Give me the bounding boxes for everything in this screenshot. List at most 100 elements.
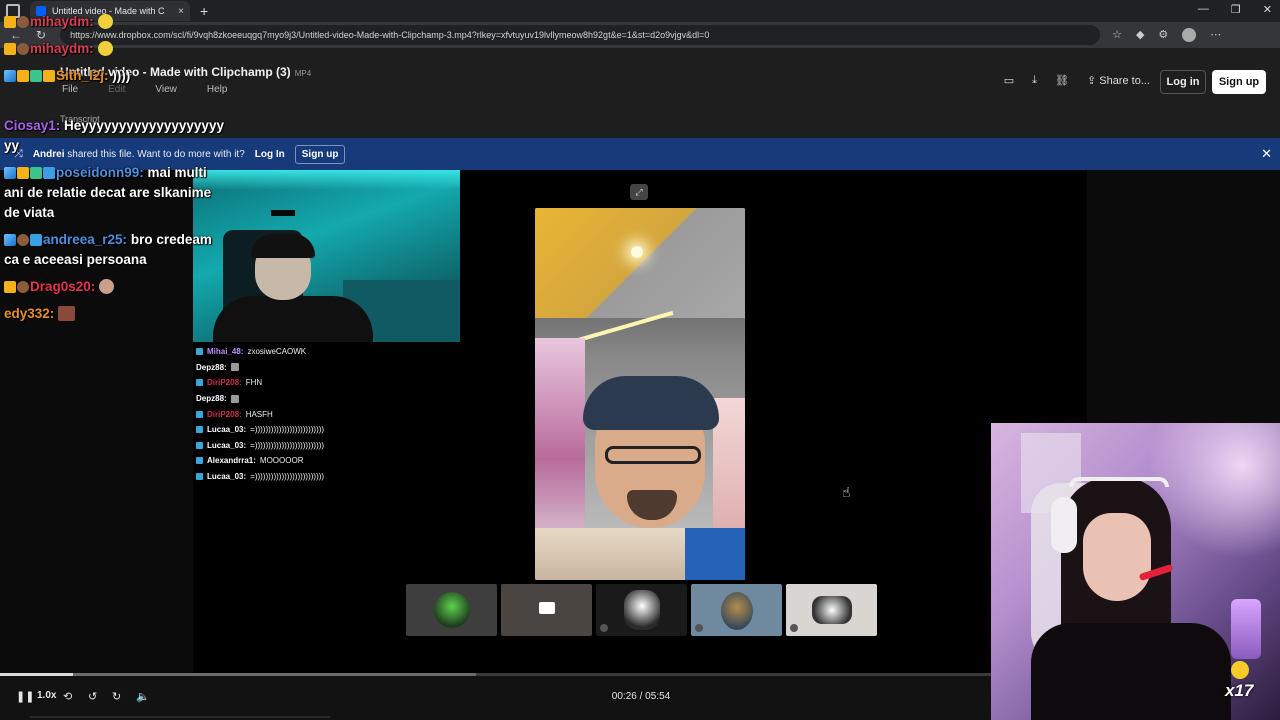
participant-avatar xyxy=(812,596,852,624)
chat-badge-icon xyxy=(30,234,42,246)
minimize-button[interactable]: — xyxy=(1198,3,1209,16)
total-time: 05:54 xyxy=(645,691,671,702)
stream-chat-line: Mihai_48: zxosiweCAOWK xyxy=(196,344,456,360)
loop-icon[interactable]: ⟲ xyxy=(63,690,72,703)
ceiling xyxy=(535,208,745,318)
hand-cursor-icon: ☝ xyxy=(842,484,851,500)
chat-badge-icon xyxy=(4,234,16,246)
chat-username: Depz88: xyxy=(196,394,227,404)
participant-tile[interactable] xyxy=(596,584,687,636)
participant-tile[interactable] xyxy=(691,584,782,636)
participant-tile[interactable] xyxy=(786,584,877,636)
more-menu-icon[interactable]: ⋯ xyxy=(1210,28,1221,42)
rewind-icon[interactable]: ↺ xyxy=(88,690,97,703)
player-controls: ❚❚ 1.0x ⟲ ↺ ↻ 🔈 00:26 / 05:54 xyxy=(0,676,991,720)
profile-avatar-icon[interactable] xyxy=(1182,28,1197,42)
volume-icon[interactable]: 🔈 xyxy=(136,690,150,703)
headset-icon xyxy=(1051,497,1077,553)
chat-username: Lucaa_03: xyxy=(207,472,247,482)
chat-message: =)))))))))))))))))))))))))) xyxy=(250,440,325,450)
call-facecam xyxy=(535,208,745,580)
tab-close-icon[interactable]: × xyxy=(178,6,184,17)
menu-help[interactable]: Help xyxy=(207,84,228,95)
chat-username: Lucaa_03: xyxy=(207,440,247,450)
reload-icon[interactable]: ↻ xyxy=(36,28,46,42)
menu-file[interactable]: File xyxy=(62,84,78,95)
chat-username: Sith_l2j: xyxy=(56,68,109,83)
login-button[interactable]: Log in xyxy=(1160,70,1206,94)
chat-badge-icon xyxy=(196,410,203,418)
signup-button[interactable]: Sign up xyxy=(1212,70,1266,94)
menu-edit[interactable]: Edit xyxy=(108,84,125,95)
dress xyxy=(1031,623,1231,720)
chat-message: zxosiweCAOWK xyxy=(247,347,307,357)
chat-message: yy xyxy=(4,138,20,153)
chat-badge-icon xyxy=(196,441,203,449)
comment-icon[interactable]: ▭ xyxy=(1004,74,1014,87)
overlay-chat-line: Drag0s20: xyxy=(4,279,115,294)
banner-message: Andrei shared this file. Want to do more… xyxy=(33,149,245,160)
wall-fixture xyxy=(271,210,295,216)
back-arrow-icon[interactable]: ← xyxy=(10,28,22,42)
time-separator: / xyxy=(636,691,646,702)
chat-username: Depz88: xyxy=(196,362,227,372)
mic-status-icon xyxy=(600,624,608,632)
chat-username: Alexandrra1: xyxy=(207,456,256,466)
lamp xyxy=(1231,599,1261,659)
chat-badge-icon xyxy=(17,281,29,293)
menu-view[interactable]: View xyxy=(155,84,177,95)
chat-badge-icon xyxy=(4,43,16,55)
stream-chat-line: DiriP208: HASFH xyxy=(196,406,456,422)
favorite-star-icon[interactable]: ☆ xyxy=(1112,28,1122,42)
chat-message: Heyyyyyyyyyyyyyyyyyyy xyxy=(64,118,224,133)
banner-text: shared this file. Want to do more with i… xyxy=(67,148,245,160)
time-display: 00:26 / 05:54 xyxy=(596,691,686,702)
person-cap xyxy=(251,234,315,258)
chat-badge-icon xyxy=(17,70,29,82)
left-webcam-view xyxy=(193,170,460,342)
banner-login-link[interactable]: Log In xyxy=(255,149,285,160)
chat-badge-icon xyxy=(30,70,42,82)
browser-toolbar: ☆ ◆ ⚙ ⋯ xyxy=(1112,28,1221,42)
chat-message: =)))))))))))))))))))))))))) xyxy=(250,472,325,482)
close-window-button[interactable]: ✕ xyxy=(1263,3,1272,16)
video-camera-icon xyxy=(539,602,555,614)
new-tab-button[interactable]: + xyxy=(200,3,208,19)
share-button[interactable]: ⇪ Share to... xyxy=(1087,74,1150,87)
chat-emote-icon xyxy=(230,394,239,403)
chat-badge-icon xyxy=(196,457,203,465)
chat-badge-icon xyxy=(17,167,29,179)
chat-username: edy332: xyxy=(4,306,55,321)
chat-message: de viata xyxy=(4,205,55,220)
url-field[interactable]: https://www.dropbox.com/scl/fi/9vqh8zkoe… xyxy=(60,25,1101,45)
chat-message: ca e aceeasi persoana xyxy=(4,252,147,267)
expand-icon[interactable]: ⤢ xyxy=(630,184,648,200)
download-icon[interactable]: ⤓ xyxy=(1032,74,1037,87)
chat-emote-icon xyxy=(58,306,76,321)
banner-signup-button[interactable]: Sign up xyxy=(294,144,346,164)
link-icon[interactable]: ⛓ xyxy=(1055,74,1069,87)
chat-badge-icon xyxy=(196,379,203,387)
chat-badge-icon xyxy=(196,473,203,481)
participant-avatar xyxy=(721,592,753,630)
chat-username: DiriP208: xyxy=(207,378,242,388)
playback-speed-button[interactable]: 1.0x xyxy=(37,690,56,701)
chat-badge-icon xyxy=(196,348,203,356)
overlay-chat-line: ani de relatie decat are slkanime xyxy=(4,185,211,200)
chat-message: =)))))))))))))))))))))))))) xyxy=(250,425,325,435)
browser-tab-bar: Untitled video - Made with C × + — ❐ ✕ xyxy=(0,0,1280,22)
banner-close-icon[interactable]: ✕ xyxy=(1261,146,1272,162)
overlay-chat-line: mihaydm: xyxy=(4,14,113,29)
stream-chat-line: Lucaa_03: =)))))))))))))))))))))))))) xyxy=(196,422,456,438)
chat-badge-icon xyxy=(43,167,55,179)
extension-icon[interactable]: ◆ xyxy=(1136,28,1144,42)
chat-badge-icon xyxy=(17,16,29,28)
pause-icon[interactable]: ❚❚ xyxy=(16,690,34,703)
overlay-chat-line: ca e aceeasi persoana xyxy=(4,252,147,267)
participant-tile[interactable] xyxy=(406,584,497,636)
forward-icon[interactable]: ↻ xyxy=(112,690,121,703)
settings-gear-icon[interactable]: ⚙ xyxy=(1158,28,1168,42)
chat-emote-icon xyxy=(97,14,113,29)
maximize-button[interactable]: ❐ xyxy=(1231,3,1241,16)
participant-tile[interactable] xyxy=(501,584,592,636)
